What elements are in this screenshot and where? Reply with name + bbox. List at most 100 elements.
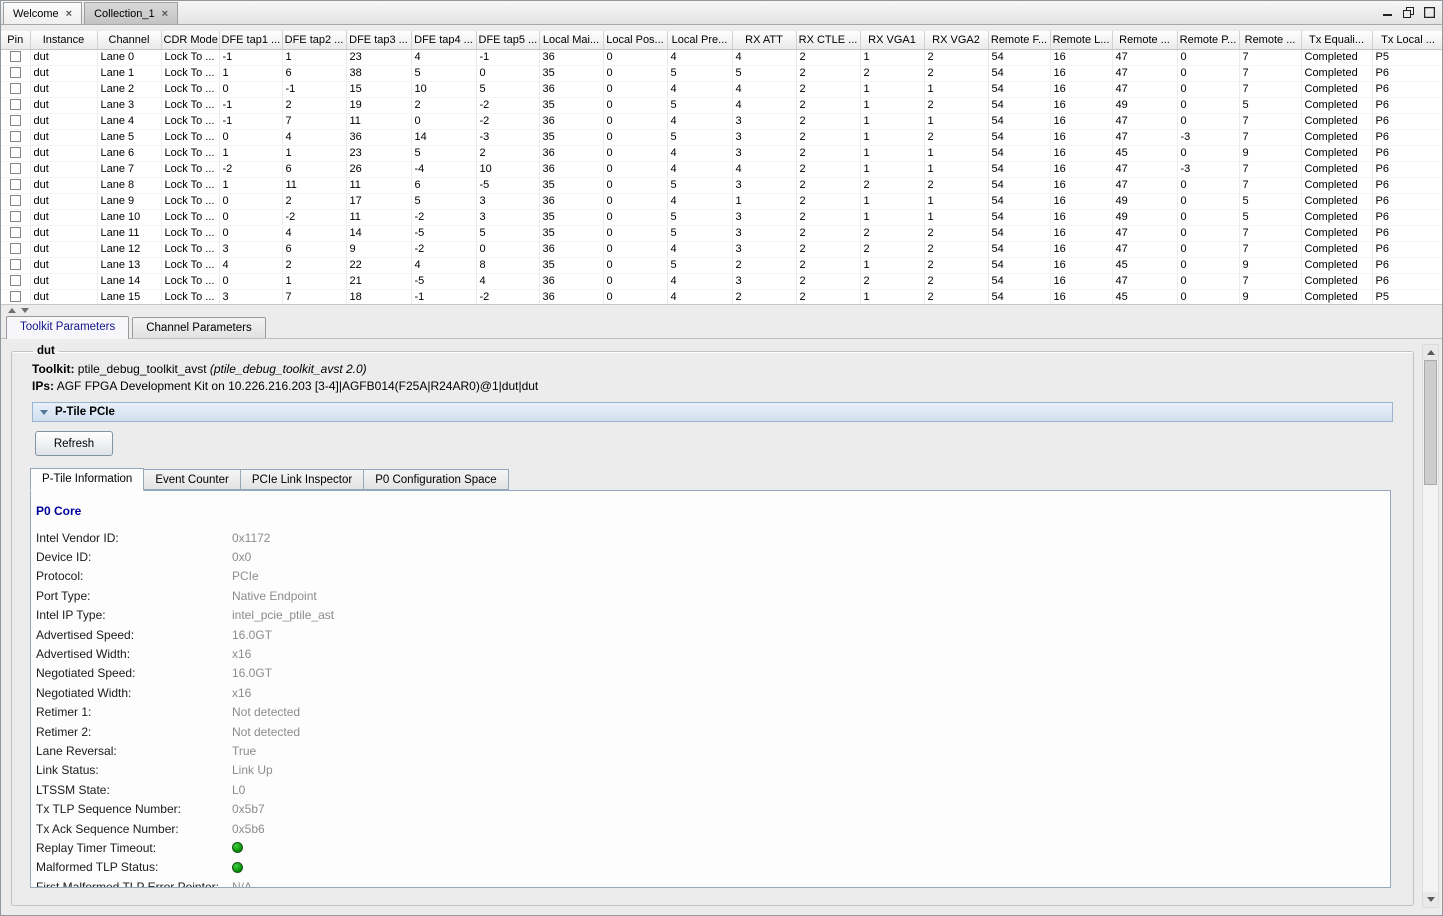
- column-header[interactable]: RX CTLE ...: [796, 31, 860, 49]
- splitter-down-arrow-icon[interactable]: [21, 308, 29, 313]
- splitter[interactable]: [1, 305, 1442, 315]
- table-cell: 47: [1112, 161, 1177, 177]
- table-cell: 3: [219, 241, 282, 257]
- column-header[interactable]: Tx Equali...: [1301, 31, 1372, 49]
- column-header[interactable]: RX ATT: [732, 31, 796, 49]
- scrollbar-down-button[interactable]: [1423, 892, 1438, 907]
- tab-event-counter[interactable]: Event Counter: [144, 469, 241, 490]
- column-header[interactable]: CDR Mode: [161, 31, 219, 49]
- column-header[interactable]: Local Pre...: [667, 31, 732, 49]
- table-row[interactable]: dutLane 12Lock To ...369-203604322254164…: [1, 241, 1442, 257]
- lane-checkbox[interactable]: [10, 259, 21, 270]
- column-header[interactable]: Local Mai...: [539, 31, 603, 49]
- tab-p0-configuration-space[interactable]: P0 Configuration Space: [364, 469, 508, 490]
- table-cell: 3: [732, 273, 796, 289]
- column-header[interactable]: Remote L...: [1050, 31, 1112, 49]
- table-cell: 1: [860, 49, 924, 65]
- ptile-pcie-section-header[interactable]: P-Tile PCIe: [32, 402, 1393, 422]
- maximize-icon[interactable]: [1423, 6, 1435, 18]
- table-row[interactable]: dutLane 0Lock To ...-11234-1360442125416…: [1, 49, 1442, 65]
- table-cell: 0: [603, 129, 667, 145]
- lane-checkbox[interactable]: [10, 51, 21, 62]
- lane-checkbox[interactable]: [10, 227, 21, 238]
- table-cell: 1: [924, 145, 988, 161]
- lane-checkbox[interactable]: [10, 195, 21, 206]
- lane-checkbox[interactable]: [10, 131, 21, 142]
- table-row[interactable]: dutLane 11Lock To ...0414-55350532225416…: [1, 225, 1442, 241]
- column-header[interactable]: RX VGA2: [924, 31, 988, 49]
- column-header[interactable]: Remote P...: [1177, 31, 1239, 49]
- table-cell: 11: [346, 177, 411, 193]
- lane-checkbox[interactable]: [10, 67, 21, 78]
- table-cell: 4: [667, 161, 732, 177]
- lane-checkbox[interactable]: [10, 83, 21, 94]
- column-header[interactable]: DFE tap5 ...: [476, 31, 539, 49]
- column-header[interactable]: Instance: [30, 31, 97, 49]
- column-header[interactable]: DFE tap1 ...: [219, 31, 282, 49]
- table-cell: 36: [539, 273, 603, 289]
- table-row[interactable]: dutLane 6Lock To ...11235236043211541645…: [1, 145, 1442, 161]
- scrollbar-thumb[interactable]: [1424, 360, 1437, 485]
- tab-p-tile-information[interactable]: P-Tile Information: [30, 468, 144, 491]
- tab-collection-1[interactable]: Collection_1 ×: [84, 2, 178, 24]
- close-icon[interactable]: ×: [66, 9, 72, 19]
- table-row[interactable]: dutLane 10Lock To ...0-211-2335053211541…: [1, 209, 1442, 225]
- table-row[interactable]: dutLane 13Lock To ...4222483505221254164…: [1, 257, 1442, 273]
- minimize-icon[interactable]: [1381, 6, 1393, 18]
- table-row[interactable]: dutLane 7Lock To ...-2626-41036044211541…: [1, 161, 1442, 177]
- table-row[interactable]: dutLane 2Lock To ...0-115105360442115416…: [1, 81, 1442, 97]
- table-cell: 2: [796, 273, 860, 289]
- tab-channel-parameters[interactable]: Channel Parameters: [132, 317, 265, 338]
- lane-checkbox[interactable]: [10, 243, 21, 254]
- column-header[interactable]: Remote F...: [988, 31, 1050, 49]
- lane-checkbox[interactable]: [10, 179, 21, 190]
- tab-toolkit-parameters[interactable]: Toolkit Parameters: [6, 316, 129, 339]
- refresh-button[interactable]: Refresh: [35, 431, 113, 456]
- table-row[interactable]: dutLane 9Lock To ...02175336041211541649…: [1, 193, 1442, 209]
- lane-checkbox[interactable]: [10, 163, 21, 174]
- table-cell: 3: [732, 209, 796, 225]
- lane-checkbox[interactable]: [10, 147, 21, 158]
- table-cell: 17: [346, 193, 411, 209]
- table-row[interactable]: dutLane 1Lock To ...16385035055222541647…: [1, 65, 1442, 81]
- table-row[interactable]: dutLane 15Lock To ...3718-1-236042212541…: [1, 289, 1442, 305]
- table-row[interactable]: dutLane 8Lock To ...111116-5350532225416…: [1, 177, 1442, 193]
- tab-pcie-link-inspector[interactable]: PCIe Link Inspector: [241, 469, 364, 490]
- lane-checkbox[interactable]: [10, 291, 21, 302]
- column-header[interactable]: Tx Local ...: [1372, 31, 1442, 49]
- column-header[interactable]: DFE tap4 ...: [411, 31, 476, 49]
- column-header[interactable]: Remote ...: [1239, 31, 1301, 49]
- table-row[interactable]: dutLane 5Lock To ...043614-3350532125416…: [1, 129, 1442, 145]
- column-header[interactable]: DFE tap2 ...: [282, 31, 346, 49]
- table-cell: 1: [860, 161, 924, 177]
- column-header[interactable]: Channel: [97, 31, 161, 49]
- table-cell: dut: [30, 129, 97, 145]
- lane-checkbox[interactable]: [10, 275, 21, 286]
- field-label: Lane Reversal:: [36, 744, 232, 758]
- field-value: N/A: [232, 880, 252, 888]
- column-header[interactable]: RX VGA1: [860, 31, 924, 49]
- splitter-up-arrow-icon[interactable]: [8, 308, 16, 313]
- table-cell: 1: [860, 257, 924, 273]
- column-header[interactable]: Local Pos...: [603, 31, 667, 49]
- table-row[interactable]: dutLane 4Lock To ...-17110-2360432115416…: [1, 113, 1442, 129]
- lane-checkbox[interactable]: [10, 211, 21, 222]
- lane-checkbox[interactable]: [10, 99, 21, 110]
- table-row[interactable]: dutLane 14Lock To ...0121-54360432225416…: [1, 273, 1442, 289]
- scrollbar-track[interactable]: [1423, 360, 1438, 892]
- tab-welcome[interactable]: Welcome ×: [3, 2, 82, 24]
- table-cell: 3: [476, 193, 539, 209]
- restore-icon[interactable]: [1402, 6, 1414, 18]
- table-cell: 2: [860, 225, 924, 241]
- column-header[interactable]: DFE tap3 ...: [346, 31, 411, 49]
- close-icon[interactable]: ×: [162, 9, 168, 19]
- table-cell: 5: [1239, 209, 1301, 225]
- lane-checkbox[interactable]: [10, 115, 21, 126]
- table-cell: 4: [282, 225, 346, 241]
- column-header[interactable]: Pin: [1, 31, 30, 49]
- column-header[interactable]: Remote ...: [1112, 31, 1177, 49]
- table-row[interactable]: dutLane 3Lock To ...-12192-2350542125416…: [1, 97, 1442, 113]
- scrollbar-up-button[interactable]: [1423, 345, 1438, 360]
- vertical-scrollbar[interactable]: [1422, 344, 1439, 908]
- table-cell: P5: [1372, 289, 1442, 305]
